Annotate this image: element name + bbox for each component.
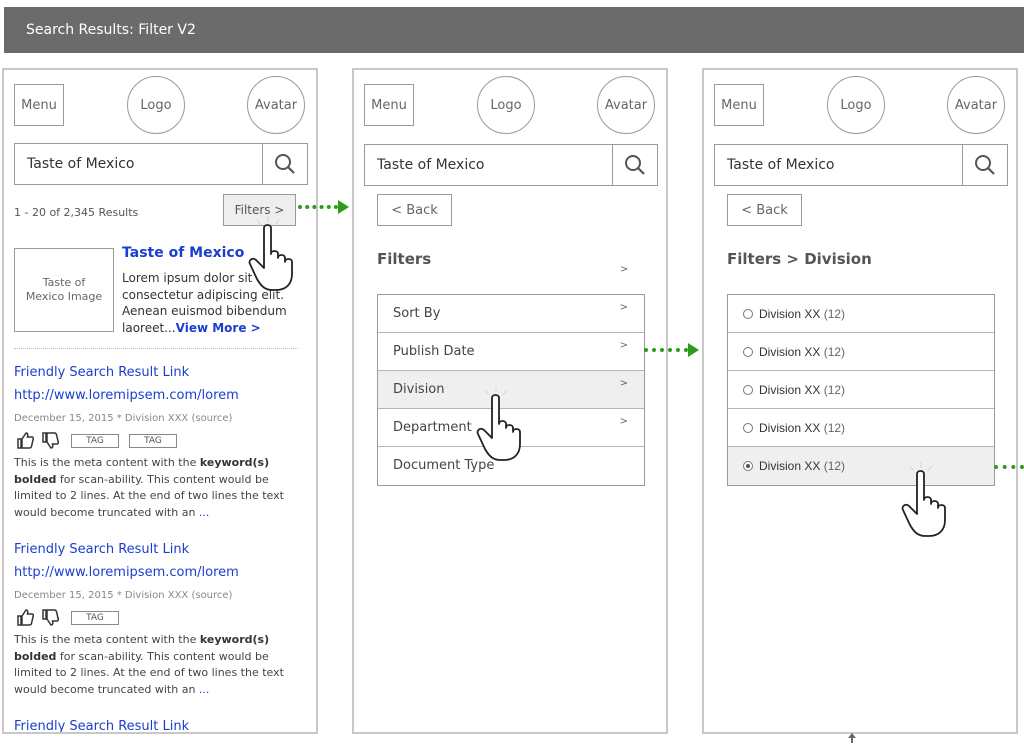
featured-title[interactable]: Taste of Mexico [122,245,244,261]
result-snippet: This is the meta content with the keywor… [14,456,284,519]
radio-button[interactable] [743,423,753,433]
tag[interactable]: TAG [71,434,119,448]
search-input[interactable]: Taste of Mexico [377,145,485,185]
avatar[interactable]: Avatar [947,76,1005,134]
hand-pointer-icon [901,462,946,537]
tag[interactable]: TAG [129,434,177,448]
radio-button[interactable] [743,385,753,395]
avatar[interactable]: Avatar [247,76,305,134]
division-option[interactable]: Division XX (12) [728,409,994,447]
chevron-right-icon: > [619,378,628,389]
search-bar: Taste of Mexico [714,144,1008,186]
hand-pointer-icon [248,216,293,291]
menu-button[interactable]: Menu [714,84,764,126]
flow-arrow-icon [644,348,688,352]
filters-heading: Filters [377,250,432,268]
search-input[interactable]: Taste of Mexico [27,144,135,184]
result-url[interactable]: http://www.loremipsem.com/lorem [14,565,239,580]
search-button[interactable] [962,145,1007,185]
tag[interactable]: TAG [71,611,119,625]
search-bar: Taste of Mexico [364,144,658,186]
cursor-icon [848,733,856,743]
division-option[interactable]: Division XX (12) [728,295,994,333]
back-button[interactable]: < Back [727,194,802,226]
result-url[interactable]: http://www.loremipsem.com/lorem [14,388,239,403]
menu-button[interactable]: Menu [14,84,64,126]
featured-image: Taste of Mexico Image [14,248,114,332]
panel-search-results: Menu Logo Avatar Taste of Mexico 1 - 20 … [2,68,318,734]
back-button[interactable]: < Back [377,194,452,226]
thumbs-down-icon[interactable] [41,432,59,449]
results-count: 1 - 20 of 2,345 Results [14,206,139,219]
logo[interactable]: Logo [827,76,885,134]
thumbs-up-icon[interactable] [16,609,34,626]
search-icon [975,155,995,175]
divider [14,348,298,349]
filter-item-publish-date[interactable]: Publish Date > [378,333,644,371]
division-option[interactable]: Division XX (12) [728,333,994,371]
radio-button-selected[interactable] [743,461,753,471]
result-title[interactable]: Friendly Search Result Link [14,365,189,380]
window-title: Search Results: Filter V2 [4,7,1024,53]
thumbs-down-icon[interactable] [41,609,59,626]
division-option[interactable]: Division XX (12) [728,371,994,409]
search-bar: Taste of Mexico [14,143,308,185]
thumbs-up-icon[interactable] [16,432,34,449]
radio-button[interactable] [743,309,753,319]
radio-button[interactable] [743,347,753,357]
view-more-link[interactable]: View More > [176,321,261,335]
result-title[interactable]: Friendly Search Result Link [14,719,189,732]
division-heading: Filters > Division [727,250,872,268]
chevron-right-icon: > [619,416,628,427]
filter-item-sort-by[interactable]: Sort By > [378,295,644,333]
result-title[interactable]: Friendly Search Result Link [14,542,189,557]
division-list: Division XX (12) Division XX (12) Divisi… [727,294,995,486]
chevron-right-icon: > [620,264,629,275]
search-button[interactable] [612,145,657,185]
flow-arrow-icon [688,343,699,357]
flow-arrow-icon [994,465,1024,469]
result-meta: December 15, 2015 * Division XXX (source… [14,590,233,601]
logo[interactable]: Logo [477,76,535,134]
search-button[interactable] [262,144,307,184]
chevron-right-icon: > [619,302,628,313]
flow-arrow-icon [338,200,349,214]
avatar[interactable]: Avatar [597,76,655,134]
logo[interactable]: Logo [127,76,185,134]
division-option-selected[interactable]: Division XX (12) [728,447,994,485]
result-snippet: This is the meta content with the keywor… [14,633,284,696]
panel-division-filter: Menu Logo Avatar Taste of Mexico < Back … [702,68,1018,734]
search-icon [625,155,645,175]
menu-button[interactable]: Menu [364,84,414,126]
search-icon [275,154,295,174]
search-input[interactable]: Taste of Mexico [727,145,835,185]
hand-pointer-icon [476,386,521,461]
flow-arrow-icon [298,205,338,209]
chevron-right-icon: > [619,340,628,351]
result-meta: December 15, 2015 * Division XXX (source… [14,413,233,424]
